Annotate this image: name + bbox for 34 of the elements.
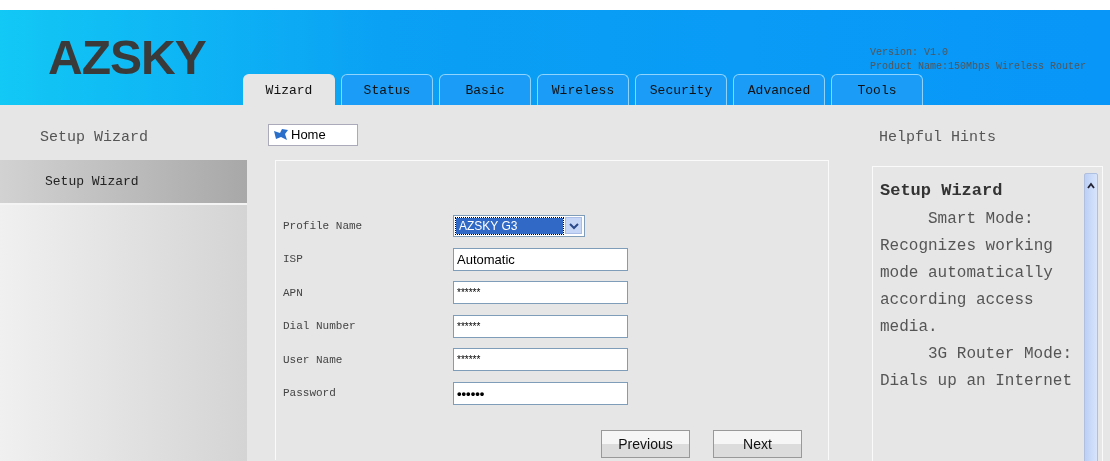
nav-tab[interactable]: Advanced: [733, 74, 825, 105]
nav-tab[interactable]: Basic: [439, 74, 531, 105]
input-field[interactable]: ******: [453, 281, 628, 305]
logo: AZSKY: [48, 32, 207, 84]
next-button[interactable]: Next: [713, 430, 802, 458]
nav-tab[interactable]: Wizard: [243, 74, 335, 105]
nav-tab[interactable]: Security: [635, 74, 727, 105]
nav-tab[interactable]: Wireless: [537, 74, 629, 105]
hint-paragraph: 3G Router Mode: Dials up an Internet: [880, 343, 1074, 392]
field-label: ISP: [283, 252, 304, 267]
scrollbar[interactable]: [1084, 172, 1098, 461]
sidebar-item[interactable]: Setup Wizard: [0, 160, 247, 205]
hints-title: Helpful Hints: [879, 129, 997, 146]
nav-tab[interactable]: Tools: [831, 74, 923, 105]
field-label: APN: [283, 285, 304, 301]
field-label: Password: [283, 386, 337, 401]
bird-icon: [273, 128, 289, 142]
input-field[interactable]: ******: [453, 314, 628, 338]
input-field[interactable]: ••••••: [453, 381, 628, 405]
input-field[interactable]: ******: [453, 348, 628, 372]
field-label: Profile Name: [283, 218, 364, 234]
profile-select[interactable]: AZSKY G3: [453, 214, 585, 237]
field-label: Dial Number: [283, 319, 357, 334]
version-text: Version: V1.0: [870, 46, 949, 60]
sidebar-title: Setup Wizard: [40, 129, 149, 146]
nav-tab[interactable]: Status: [341, 74, 433, 105]
hint-heading: Setup Wizard: [880, 179, 1004, 202]
input-field[interactable]: Automatic: [453, 247, 628, 271]
hint-paragraph: Smart Mode: Recognizes working mode automatically according access media.: [880, 208, 1054, 338]
chevron-down-icon: [568, 221, 579, 230]
field-label: User Name: [283, 352, 344, 368]
home-button[interactable]: Home: [268, 124, 358, 146]
product-name-text: Product Name:150Mbps Wireless Router: [870, 60, 1087, 74]
previous-button[interactable]: Previous: [601, 430, 690, 458]
